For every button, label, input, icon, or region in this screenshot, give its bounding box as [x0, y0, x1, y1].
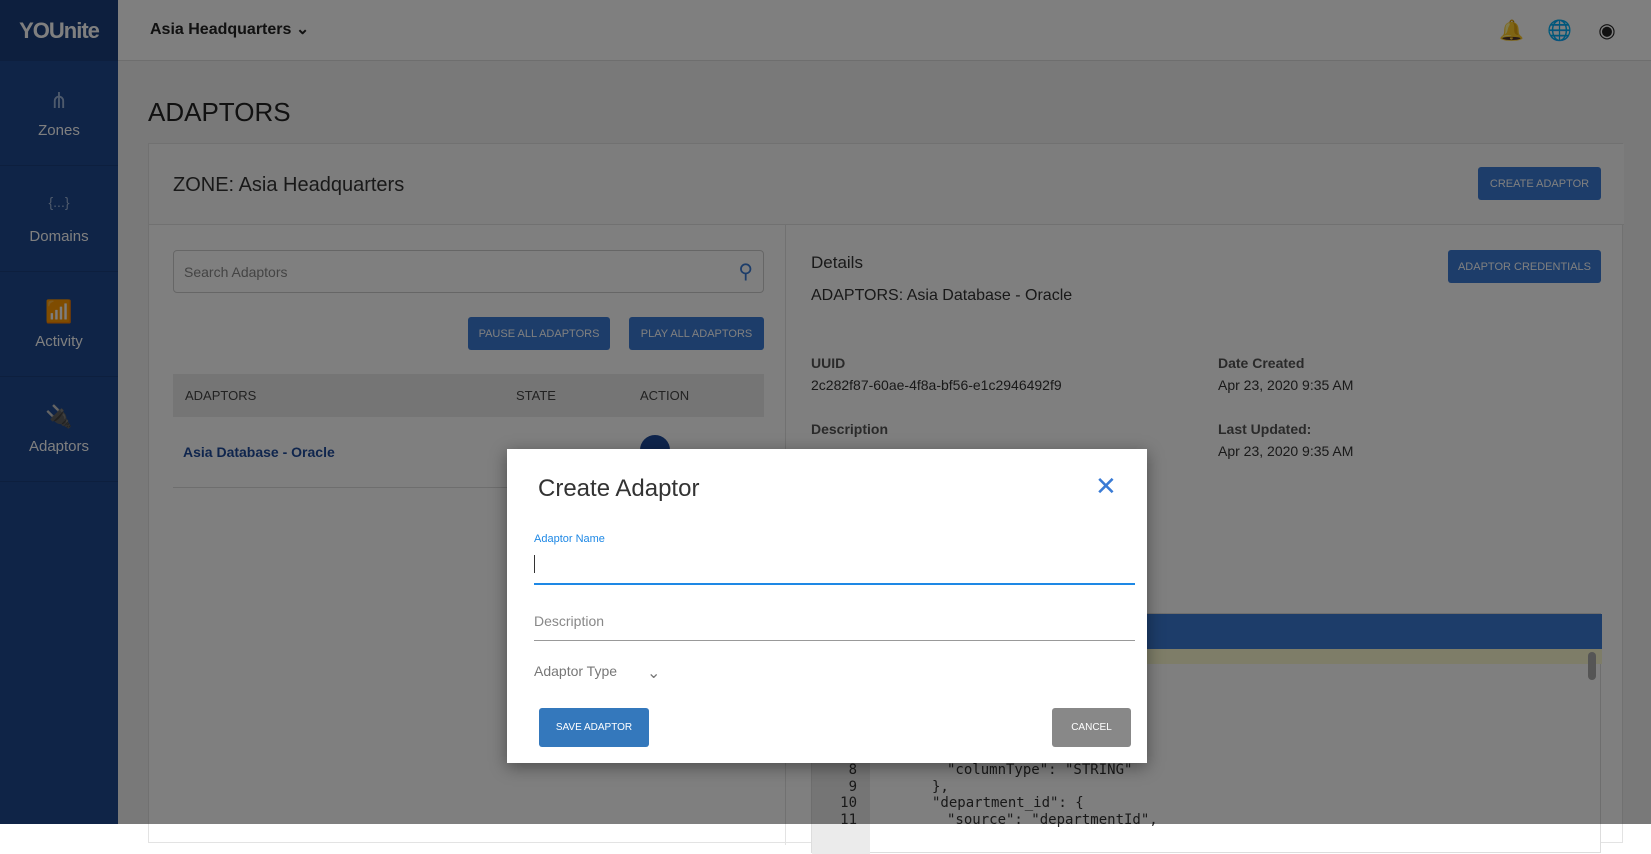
dialog-title: Create Adaptor — [538, 475, 700, 502]
chevron-down-icon: ⌄ — [647, 665, 661, 682]
description-placeholder: Description — [534, 613, 605, 629]
cancel-button[interactable]: CANCEL — [1052, 708, 1131, 747]
close-icon[interactable]: ✕ — [1095, 471, 1117, 502]
text-cursor — [534, 555, 535, 573]
adaptor-name-input[interactable] — [534, 549, 1135, 585]
adaptor-name-label: Adaptor Name — [534, 533, 605, 545]
adaptor-type-select[interactable]: Adaptor Type ⌄ — [534, 663, 660, 683]
save-adaptor-button[interactable]: SAVE ADAPTOR — [539, 708, 649, 747]
description-input[interactable]: Description — [534, 604, 1135, 641]
create-adaptor-dialog: Create Adaptor ✕ Adaptor Name Descriptio… — [507, 449, 1147, 763]
adaptor-type-label: Adaptor Type — [534, 663, 618, 679]
